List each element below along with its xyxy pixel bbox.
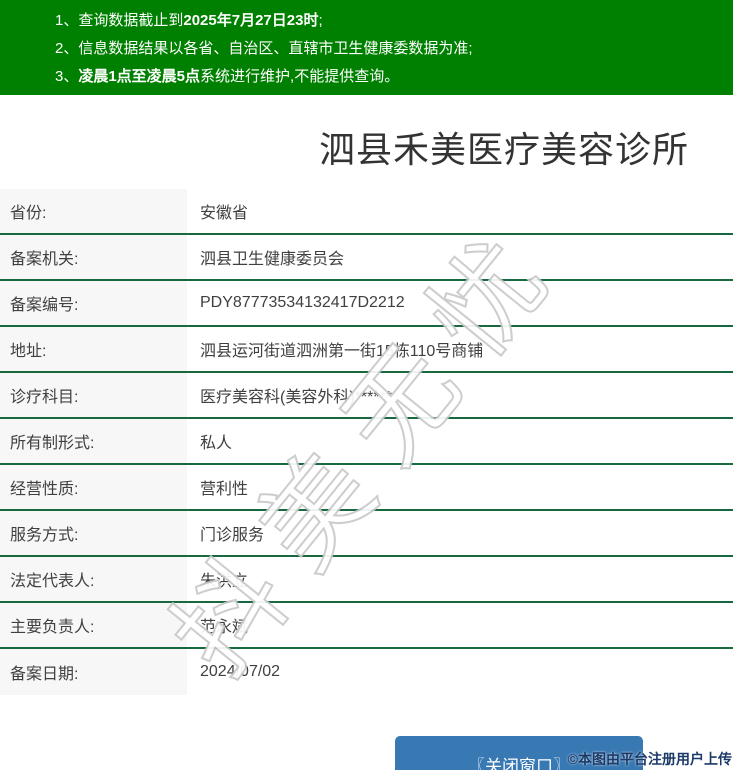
notice-line-1-post: ; bbox=[318, 12, 322, 29]
page-title: 泗县禾美医疗美容诊所 bbox=[0, 121, 733, 171]
row-value: 安徽省 bbox=[187, 189, 733, 233]
notice-line-1-num: 1、 bbox=[55, 12, 78, 29]
notice-line-1-bold: 2025年7月27日23时 bbox=[183, 12, 318, 29]
row-label: 备案编号: bbox=[0, 281, 187, 325]
notice-line-1-pre: 查询数据截止到 bbox=[78, 12, 183, 29]
row-label: 诊疗科目: bbox=[0, 373, 187, 417]
table-row-filing-authority: 备案机关: 泗县卫生健康委员会 bbox=[0, 235, 733, 281]
notice-line-2: 2、信息数据结果以各省、自治区、直辖市卫生健康委数据为准; bbox=[55, 35, 723, 63]
record-detail-page: 1、查询数据截止到2025年7月27日23时; 2、信息数据结果以各省、自治区、… bbox=[0, 0, 733, 770]
row-label: 地址: bbox=[0, 327, 187, 371]
row-value: 门诊服务 bbox=[187, 511, 733, 555]
notice-line-2-pre: 信息数据结果以各省、自治区、直辖市卫生健康委数据为准; bbox=[78, 40, 472, 57]
table-row-province: 省份: 安徽省 bbox=[0, 189, 733, 235]
notice-line-3: 3、凌晨1点至凌晨5点系统进行维护,不能提供查询。 bbox=[55, 63, 723, 91]
row-value: 营利性 bbox=[187, 465, 733, 509]
row-label: 备案机关: bbox=[0, 235, 187, 279]
row-value: 私人 bbox=[187, 419, 733, 463]
row-value: 2024/07/02 bbox=[187, 649, 733, 695]
row-value: 范永斌 bbox=[187, 603, 733, 647]
row-label: 主要负责人: bbox=[0, 603, 187, 647]
notice-line-2-num: 2、 bbox=[55, 40, 78, 57]
row-label: 法定代表人: bbox=[0, 557, 187, 601]
notice-line-1: 1、查询数据截止到2025年7月27日23时; bbox=[55, 7, 723, 35]
notice-banner: 1、查询数据截止到2025年7月27日23时; 2、信息数据结果以各省、自治区、… bbox=[0, 0, 733, 95]
row-label: 备案日期: bbox=[0, 649, 187, 695]
notice-line-3-post: 系统进行维护,不能提供查询。 bbox=[200, 68, 399, 85]
table-row-ownership-form: 所有制形式: 私人 bbox=[0, 419, 733, 465]
table-row-treatment-subjects: 诊疗科目: 医疗美容科(美容外科)****** bbox=[0, 373, 733, 419]
row-label: 经营性质: bbox=[0, 465, 187, 509]
row-value: 朱洪立 bbox=[187, 557, 733, 601]
row-label: 所有制形式: bbox=[0, 419, 187, 463]
copyright-stamp: ©本图由平台注册用户上传 bbox=[568, 749, 732, 769]
table-row-address: 地址: 泗县运河街道泗洲第一街15栋110号商铺 bbox=[0, 327, 733, 373]
table-row-legal-representative: 法定代表人: 朱洪立 bbox=[0, 557, 733, 603]
table-row-business-nature: 经营性质: 营利性 bbox=[0, 465, 733, 511]
row-value: 泗县卫生健康委员会 bbox=[187, 235, 733, 279]
record-info-table: 省份: 安徽省 备案机关: 泗县卫生健康委员会 备案编号: PDY8777353… bbox=[0, 189, 733, 695]
row-value: PDY87773534132417D2212 bbox=[187, 281, 733, 325]
table-row-filing-date: 备案日期: 2024/07/02 bbox=[0, 649, 733, 695]
table-row-main-person-in-charge: 主要负责人: 范永斌 bbox=[0, 603, 733, 649]
table-row-service-mode: 服务方式: 门诊服务 bbox=[0, 511, 733, 557]
notice-line-3-bold: 凌晨1点至凌晨5点 bbox=[78, 68, 200, 85]
notice-line-3-num: 3、 bbox=[55, 68, 78, 85]
row-label: 服务方式: bbox=[0, 511, 187, 555]
table-row-filing-number: 备案编号: PDY87773534132417D2212 bbox=[0, 281, 733, 327]
row-value: 医疗美容科(美容外科)****** bbox=[187, 373, 733, 417]
row-value: 泗县运河街道泗洲第一街15栋110号商铺 bbox=[187, 327, 733, 371]
row-label: 省份: bbox=[0, 189, 187, 233]
